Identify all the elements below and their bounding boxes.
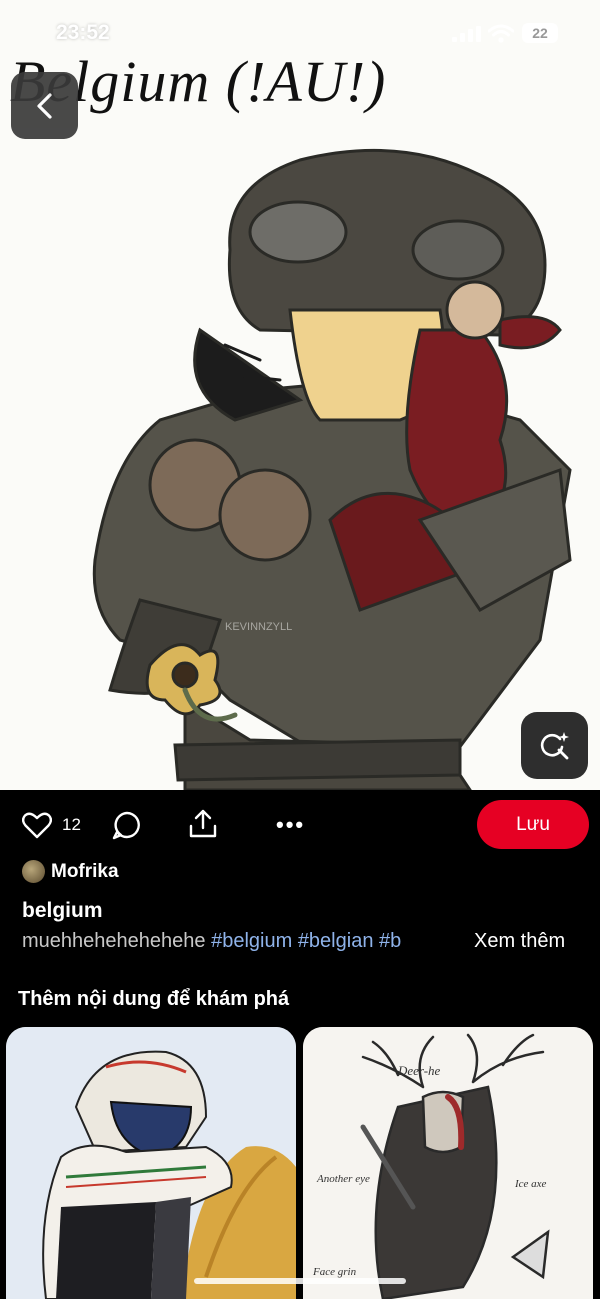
explore-card[interactable]: Deer-he Another eye Ice axe Face grin [303, 1027, 593, 1299]
avatar[interactable] [22, 860, 45, 883]
share-icon[interactable] [188, 808, 218, 840]
comment-icon[interactable] [112, 810, 142, 840]
pin-description: muehhehehehehehe #belgium #belgian #b [22, 930, 462, 956]
more-options-button[interactable]: ••• [276, 812, 305, 838]
action-bar: 12 ••• Lưu [0, 790, 600, 860]
sketch-label: Another eye [316, 1173, 370, 1185]
artwork-illustration: KEVINNZYLL [92, 148, 572, 790]
see-more-link[interactable]: Xem thêm [474, 930, 565, 953]
pin-title: belgium [22, 899, 103, 922]
status-bar: 23:52 22 [0, 0, 600, 64]
status-time: 23:52 [56, 21, 110, 44]
visual-search-button[interactable] [521, 712, 588, 779]
heart-icon[interactable] [22, 811, 52, 839]
pin-image[interactable]: KEVINNZYLL Belgium (!AU!) [0, 0, 600, 790]
battery-indicator: 22 [522, 23, 558, 43]
wifi-icon [488, 24, 514, 43]
hashtag-link[interactable]: #belgian [298, 930, 374, 952]
hashtag-link[interactable]: #b [379, 930, 401, 952]
svg-text:KEVINNZYLL: KEVINNZYLL [225, 621, 292, 633]
like-count: 12 [62, 815, 81, 834]
chevron-left-icon [37, 93, 52, 119]
card-image [6, 1027, 296, 1299]
sketch-label: Deer-he [397, 1063, 441, 1078]
description-fade [400, 928, 470, 958]
card-image: Deer-he Another eye Ice axe Face grin [303, 1027, 593, 1299]
save-button[interactable]: Lưu [477, 800, 589, 849]
lens-sparkle-icon [540, 732, 569, 760]
hashtag-link[interactable]: #belgium [211, 930, 292, 952]
explore-card[interactable] [6, 1027, 296, 1299]
sketch-label: Face grin [312, 1266, 357, 1278]
explore-heading: Thêm nội dung để khám phá [18, 988, 290, 1010]
back-button[interactable] [11, 72, 78, 139]
description-text: muehhehehehehehe [22, 930, 206, 952]
home-indicator[interactable] [194, 1278, 406, 1284]
sketch-label: Ice axe [514, 1178, 547, 1190]
cellular-signal-icon [452, 26, 481, 42]
author-name[interactable]: Mofrika [51, 861, 119, 883]
